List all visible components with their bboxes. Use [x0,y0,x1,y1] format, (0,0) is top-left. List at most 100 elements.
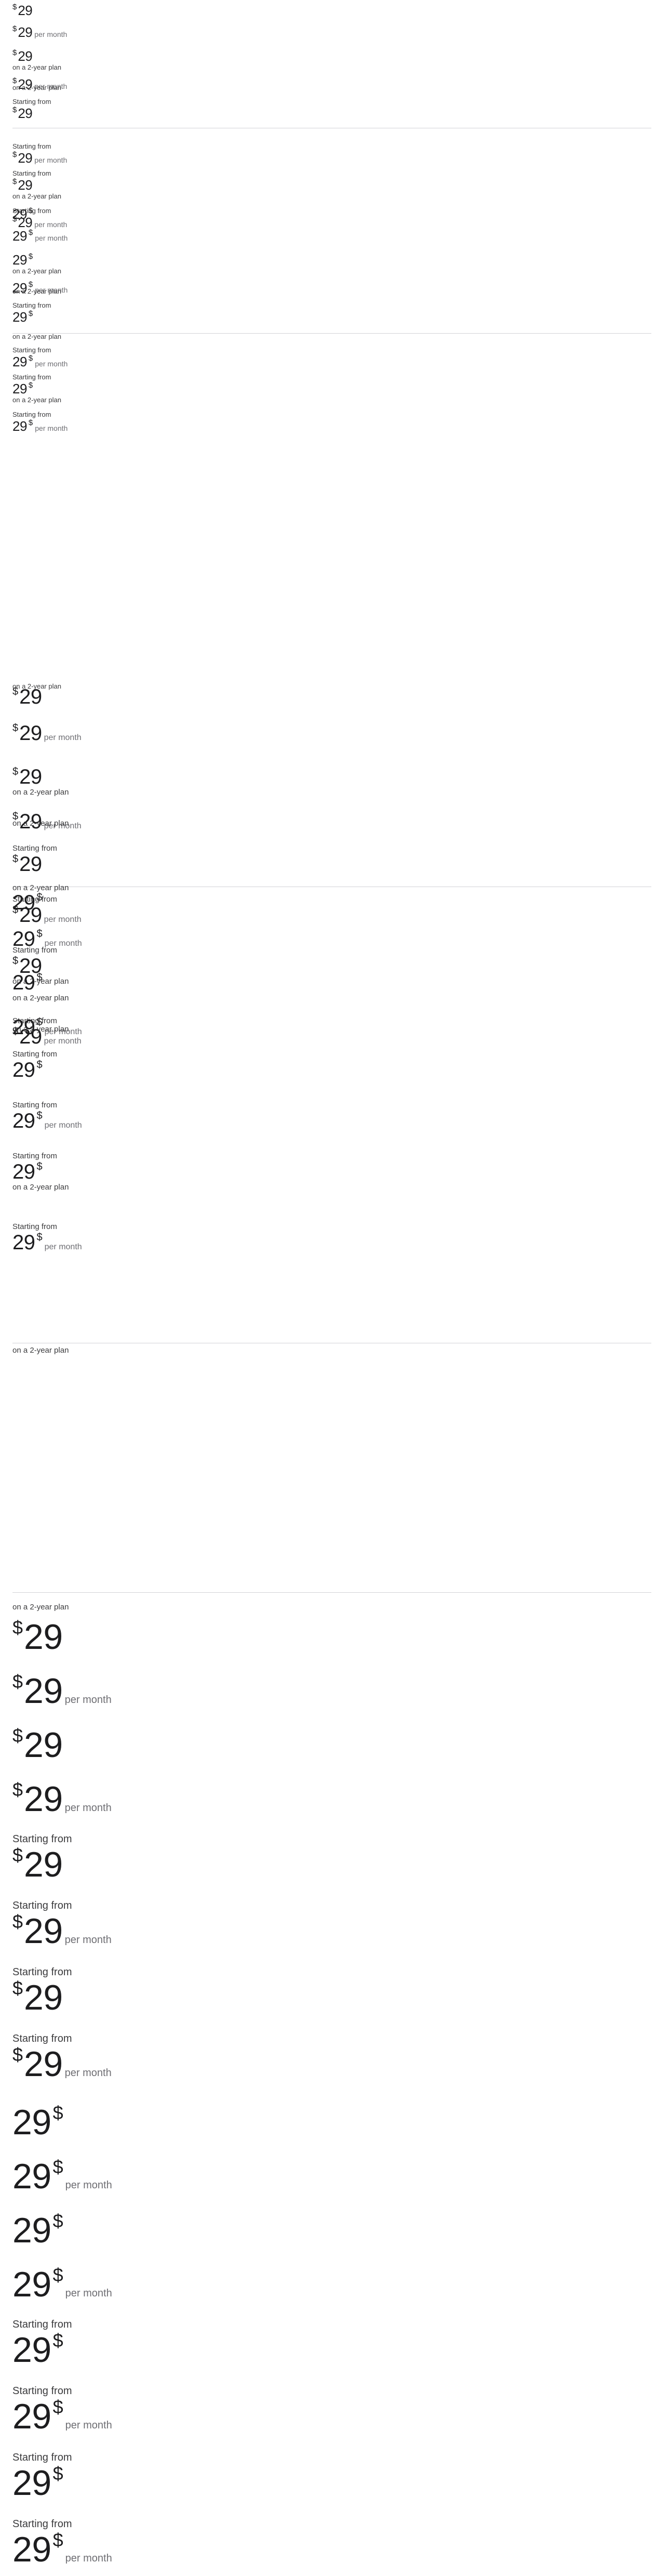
price-line: $29 per month [12,722,82,744]
price-block: on a 2-year plan [12,1346,69,1355]
price-block: $29 per month [12,25,67,40]
plan-caption: on a 2-year plan [12,333,61,340]
plan-caption: on a 2-year plan [12,1603,69,1611]
currency-symbol: $ [36,928,43,940]
price-block: $29 per month [12,1780,112,1818]
price-block: Starting from29$per month [12,346,68,369]
starting-label: Starting from [12,98,51,105]
price-amount: 29 [12,1160,35,1183]
price-block: 29$per month [12,2158,112,2196]
section-divider [12,1592,651,1593]
period-label: per month [64,1802,112,1814]
price-amount: 29 [18,105,33,121]
price-line: $29 [12,766,69,788]
price-line: 29$per month [12,419,68,434]
currency-symbol: $ [36,892,43,903]
currency-symbol: $ [28,252,33,261]
price-line: 29$ [12,252,61,268]
price-block: $29 per month [12,722,82,744]
price-line: $29 [12,1618,63,1656]
currency-symbol: $ [52,2463,63,2484]
price-line: $29 per month [12,1672,112,1710]
price-line: 29$ [12,2104,63,2142]
price-block: on a 2-year plan [12,287,61,296]
price-block: 29$per month [12,2265,112,2304]
pricing-showcase: $29 $29 per month $29 on a 2-year plan $29 per… [0,0,656,2576]
price-line: 29$per month [12,2158,112,2196]
currency-symbol: $ [36,1232,43,1243]
period-label: per month [34,156,68,164]
price-line: $29 per month [12,25,67,40]
price-amount: 29 [12,2211,51,2250]
price-block: $29 per month [12,1672,112,1710]
plan-caption: on a 2-year plan [12,819,69,828]
price-amount: 29 [18,48,33,64]
price-block: 29$ [12,892,43,914]
plan-caption: on a 2-year plan [12,994,69,1002]
period-label: per month [34,220,68,229]
price-amount: 29 [12,2463,51,2503]
price-block: Starting from 29 $ on a 2-year plan [12,373,61,404]
price-amount: 29 [18,3,33,18]
price-block: Starting from $29 [12,844,57,875]
starting-label: Starting from [12,373,51,381]
currency-symbol: $ [12,1844,23,1866]
currency-symbol: $ [12,1671,23,1692]
currency-symbol: $ [52,2529,63,2551]
price-amount: 29 [12,2265,51,2304]
price-amount: 29 [12,891,35,914]
price-line: 29$per month [12,928,82,950]
currency-symbol: $ [28,354,33,363]
price-line: $29 per month [12,1780,112,1818]
price-block: Starting from $29 [12,1832,72,1883]
price-line: 29$per month [12,1232,82,1253]
period-label: per month [44,1243,82,1251]
price-block: on a 2-year plan [12,1025,69,1034]
starting-label: Starting from [12,2033,72,2044]
period-label: per month [64,1694,112,1706]
price-block: on a 2-year plan [12,333,61,341]
currency-symbol: $ [12,177,17,186]
plan-caption: on a 2-year plan [12,63,61,71]
currency-symbol: $ [36,1161,43,1172]
price-line: 29$ [12,381,61,397]
period-label: per month [35,234,68,242]
period-label: per month [44,1121,82,1130]
starting-label: Starting from [12,301,51,309]
starting-label: Starting from [12,1900,72,1911]
starting-label: Starting from [12,346,51,354]
plan-caption: on a 2-year plan [12,1183,69,1192]
plan-caption: on a 2-year plan [12,84,61,91]
price-block: Starting from $29 on a 2-year plan [12,169,61,201]
price-amount: 29 [12,1059,35,1081]
price-block: 29 $ on a 2-year plan [12,972,69,1003]
price-amount: 29 [12,206,27,222]
price-line: 29$ [12,972,69,994]
price-block: on a 2-year plan [12,682,61,691]
price-amount: 29 [12,2397,51,2436]
period-label: per month [65,2179,112,2191]
price-amount: 29 [24,2044,63,2084]
price-block: $29 on a 2-year plan [12,49,61,72]
price-line: $29 [12,1979,72,2017]
price-block: on a 2-year plan [12,84,61,92]
price-line: $29 [12,1844,72,1884]
price-block: $29 [12,1618,63,1656]
currency-symbol: $ [52,2330,63,2351]
price-block: Starting from29$ [12,301,51,324]
price-block: Starting from $29 [12,98,51,121]
section-divider [12,333,651,334]
price-block: Starting from29$ [12,2318,72,2369]
price-amount: 29 [24,1845,63,1884]
period-label: per month [44,733,82,742]
currency-symbol: $ [12,1779,23,1800]
price-line: 29$per month [12,2529,112,2569]
price-amount: 29 [12,354,27,369]
price-block: Starting from 29 $ on a 2-year plan [12,1152,69,1192]
price-line: $29 per month [12,1912,112,1950]
currency-symbol: $ [52,2396,63,2418]
price-block: Starting from $29 [12,1965,72,2016]
currency-symbol: $ [36,972,43,983]
price-line: 29$ [12,2464,72,2502]
price-line: 29$ [12,310,51,325]
